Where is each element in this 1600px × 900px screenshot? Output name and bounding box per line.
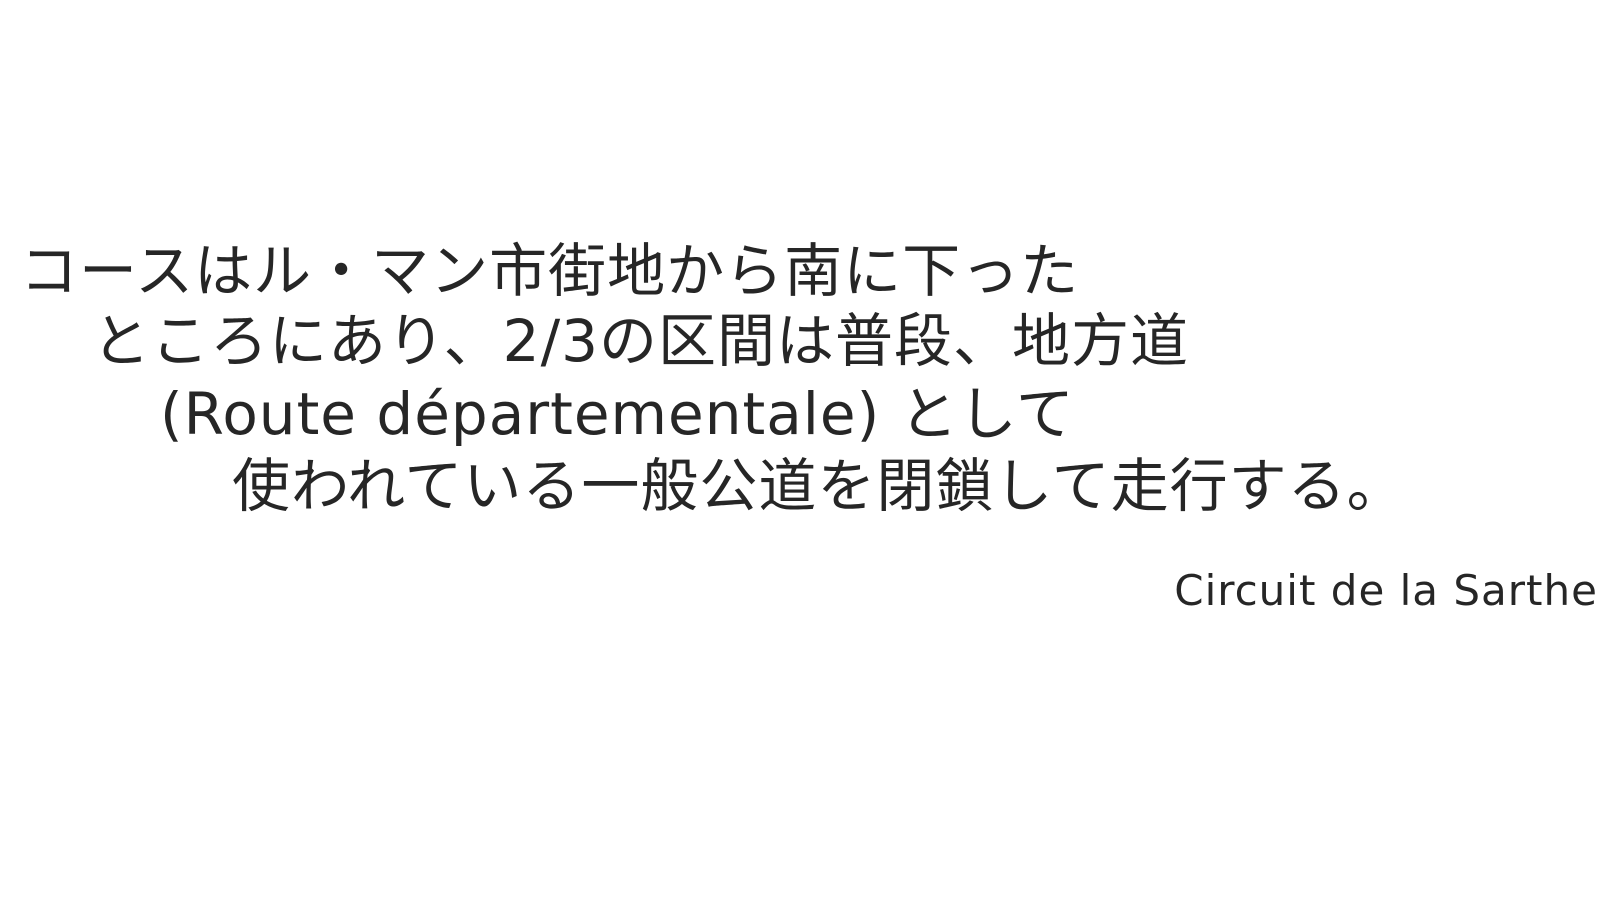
- quote-line-3: (Route départementale) として: [160, 380, 1075, 448]
- quote-block: コースはル・マン市街地から南に下った ところにあり、2/3の区間は普段、地方道 …: [0, 0, 1600, 900]
- quote-line-4: 使われている一般公道を閉鎖して走行する。: [232, 452, 1406, 520]
- quote-source: Circuit de la Sarthe: [1174, 566, 1598, 615]
- quote-line-1: コースはル・マン市街地から南に下った: [20, 237, 1080, 305]
- quote-line-2: ところにあり、2/3の区間は普段、地方道: [92, 307, 1190, 375]
